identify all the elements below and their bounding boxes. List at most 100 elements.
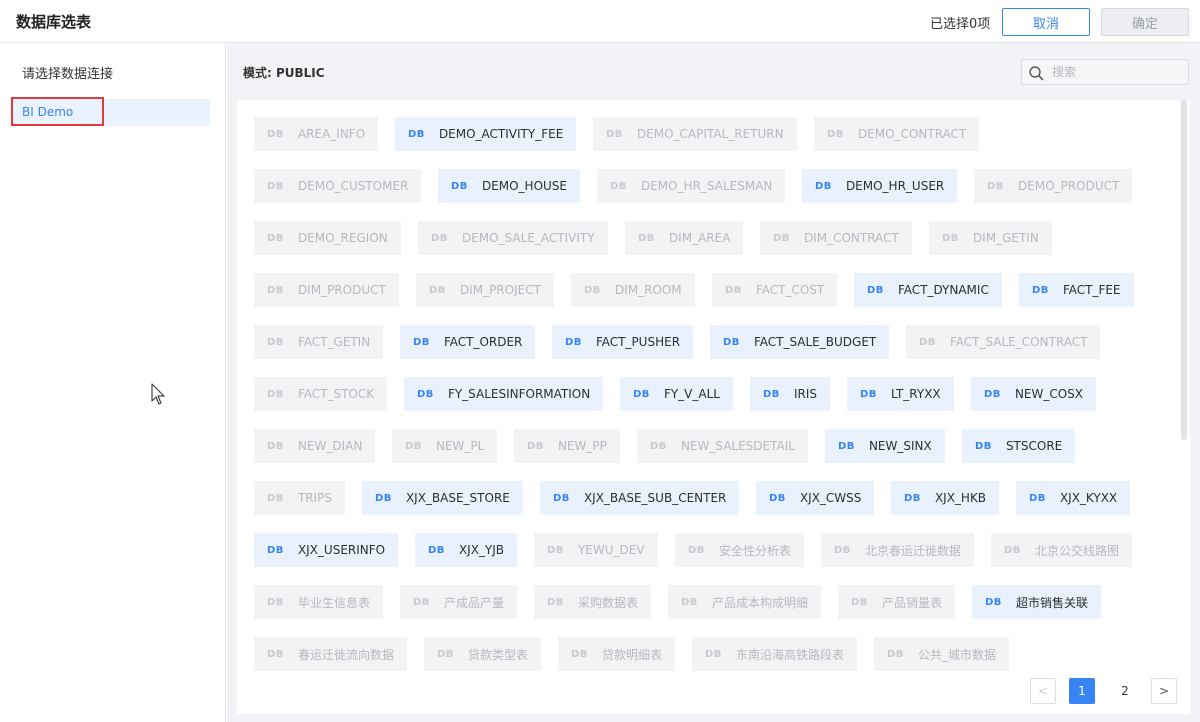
table-list-panel: DB AREA_INFO DB DEMO_ACTIVITY_FEE DB DEMO_CAP… xyxy=(237,100,1190,714)
table-tag: DB NEW_PL xyxy=(392,429,498,463)
table-tag[interactable]: DB XJX_USERINFO xyxy=(254,533,399,567)
database-table-icon: DB xyxy=(1032,284,1049,296)
table-tag-label: XJX_KYXX xyxy=(1059,491,1118,505)
database-table-icon: DB xyxy=(610,180,627,192)
table-tag-label: 春运迁徙流向数据 xyxy=(297,647,394,662)
table-tag[interactable]: DB FACT_DYNAMIC xyxy=(854,273,1002,307)
connection-item-bi-demo[interactable]: BI Demo xyxy=(11,97,210,126)
database-table-icon: DB xyxy=(606,128,623,140)
table-tag-label: DIM_CONTRACT xyxy=(803,231,899,245)
table-tag[interactable]: DB NEW_SINX xyxy=(825,429,945,463)
database-table-icon: DB xyxy=(267,492,284,504)
table-tag: DB TRIPS xyxy=(254,481,345,515)
table-tag[interactable]: DB XJX_HKB xyxy=(891,481,1000,515)
table-tag-label: 毕业生信息表 xyxy=(297,595,370,610)
table-tag-label: DIM_PRODUCT xyxy=(297,283,386,297)
table-tag-label: TRIPS xyxy=(297,491,332,505)
table-tag: DB NEW_PP xyxy=(514,429,620,463)
dialog-header: 数据库选表 已选择0项 取消 确定 xyxy=(0,0,1200,43)
table-tag: DB DIM_GETIN xyxy=(929,221,1052,255)
table-tag-label: FACT_GETIN xyxy=(297,335,371,349)
cancel-button[interactable]: 取消 xyxy=(1002,8,1090,36)
table-tag-label: NEW_PL xyxy=(435,439,485,453)
table-tag-label: 东南沿海高铁路段表 xyxy=(735,647,844,662)
database-table-icon: DB xyxy=(638,232,655,244)
database-table-icon: DB xyxy=(408,128,425,140)
database-table-icon: DB xyxy=(705,648,722,660)
database-table-icon: DB xyxy=(773,232,790,244)
table-tag-label: FACT_DYNAMIC xyxy=(897,283,989,297)
table-tag[interactable]: DB XJX_KYXX xyxy=(1016,481,1131,515)
search-input[interactable] xyxy=(1052,62,1184,82)
pagination-prev-button[interactable]: < xyxy=(1030,678,1056,704)
database-table-icon: DB xyxy=(838,440,855,452)
database-table-icon: DB xyxy=(267,128,284,140)
table-tag[interactable]: DB FACT_ORDER xyxy=(400,325,536,359)
table-tag: DB 东南沿海高铁路段表 xyxy=(692,637,857,671)
table-tag: DB DEMO_CAPITAL_RETURN xyxy=(593,117,797,151)
table-selection-area: 模式: PUBLIC DB AREA_INFO DB DEMO_ACTIVITY_FE… xyxy=(227,43,1200,722)
table-tag-label: 贷款类型表 xyxy=(467,647,528,662)
table-tag-label: DEMO_PRODUCT xyxy=(1017,179,1120,193)
table-tag[interactable]: DB FACT_FEE xyxy=(1019,273,1134,307)
table-tag: DB DEMO_HR_SALESMAN xyxy=(597,169,786,203)
database-table-icon: DB xyxy=(984,388,1001,400)
table-tag-label: 北京春运迁徙数据 xyxy=(864,543,961,558)
database-table-icon: DB xyxy=(975,440,992,452)
table-tag: DB NEW_DIAN xyxy=(254,429,376,463)
table-tag[interactable]: DB STSCORE xyxy=(962,429,1076,463)
table-tag: DB DEMO_REGION xyxy=(254,221,401,255)
table-tag[interactable]: DB XJX_CWSS xyxy=(756,481,875,515)
vertical-scrollbar[interactable] xyxy=(1181,100,1187,440)
database-table-icon: DB xyxy=(725,284,742,296)
table-tag-label: DIM_ROOM xyxy=(614,283,682,297)
table-tag[interactable]: DB FY_V_ALL xyxy=(620,377,733,411)
table-tag-label: DIM_PROJECT xyxy=(459,283,541,297)
table-tag-label: 超市销售关联 xyxy=(1015,595,1088,610)
pagination-next-button[interactable]: > xyxy=(1151,678,1177,704)
confirm-button[interactable]: 确定 xyxy=(1101,8,1189,36)
table-tag[interactable]: DB LT_RYXX xyxy=(847,377,954,411)
database-table-icon: DB xyxy=(451,180,468,192)
pagination-page-1[interactable]: 1 xyxy=(1069,678,1095,704)
table-tag-label: 北京公交线路图 xyxy=(1034,543,1119,558)
database-table-icon: DB xyxy=(431,232,448,244)
table-tag[interactable]: DB DEMO_ACTIVITY_FEE xyxy=(395,117,577,151)
table-tag-label: XJX_USERINFO xyxy=(297,543,386,557)
table-tag[interactable]: DB DEMO_HR_USER xyxy=(802,169,958,203)
table-tag[interactable]: DB FY_SALESINFORMATION xyxy=(404,377,604,411)
table-tag: DB FACT_STOCK xyxy=(254,377,388,411)
table-tag[interactable]: DB IRIS xyxy=(750,377,830,411)
table-tag-label: 采购数据表 xyxy=(577,595,638,610)
database-table-icon: DB xyxy=(985,596,1002,608)
table-tag[interactable]: DB DEMO_HOUSE xyxy=(438,169,581,203)
table-tag-label: NEW_SINX xyxy=(868,439,932,453)
dialog-title: 数据库选表 xyxy=(16,13,92,31)
table-tag[interactable]: DB XJX_BASE_STORE xyxy=(362,481,523,515)
database-table-icon: DB xyxy=(815,180,832,192)
table-tag: DB 安全性分析表 xyxy=(675,533,804,567)
database-table-icon: DB xyxy=(565,336,582,348)
table-tag: DB DIM_ROOM xyxy=(571,273,695,307)
table-tag: DB FACT_SALE_CONTRACT xyxy=(906,325,1101,359)
table-tag-label: XJX_BASE_STORE xyxy=(405,491,510,505)
table-tag-label: 贷款明细表 xyxy=(601,647,662,662)
database-table-icon: DB xyxy=(942,232,959,244)
table-tag: DB 北京春运迁徙数据 xyxy=(821,533,974,567)
table-tag: DB NEW_SALESDETAIL xyxy=(637,429,808,463)
table-tag[interactable]: DB 超市销售关联 xyxy=(972,585,1101,619)
table-tag-label: NEW_COSX xyxy=(1014,387,1084,401)
table-tag-label: FACT_STOCK xyxy=(297,387,375,401)
table-tag[interactable]: DB XJX_YJB xyxy=(415,533,518,567)
table-tag[interactable]: DB XJX_BASE_SUB_CENTER xyxy=(540,481,740,515)
table-tag[interactable]: DB FACT_PUSHER xyxy=(552,325,694,359)
table-tag[interactable]: DB FACT_SALE_BUDGET xyxy=(710,325,890,359)
table-tag-label: XJX_YJB xyxy=(458,543,505,557)
database-table-icon: DB xyxy=(267,180,284,192)
database-table-icon: DB xyxy=(267,544,284,556)
database-table-icon: DB xyxy=(769,492,786,504)
pagination-page-2[interactable]: 2 xyxy=(1112,678,1138,704)
database-table-icon: DB xyxy=(904,492,921,504)
table-tag-label: 产品成本构成明细 xyxy=(711,595,808,610)
table-tag[interactable]: DB NEW_COSX xyxy=(971,377,1097,411)
